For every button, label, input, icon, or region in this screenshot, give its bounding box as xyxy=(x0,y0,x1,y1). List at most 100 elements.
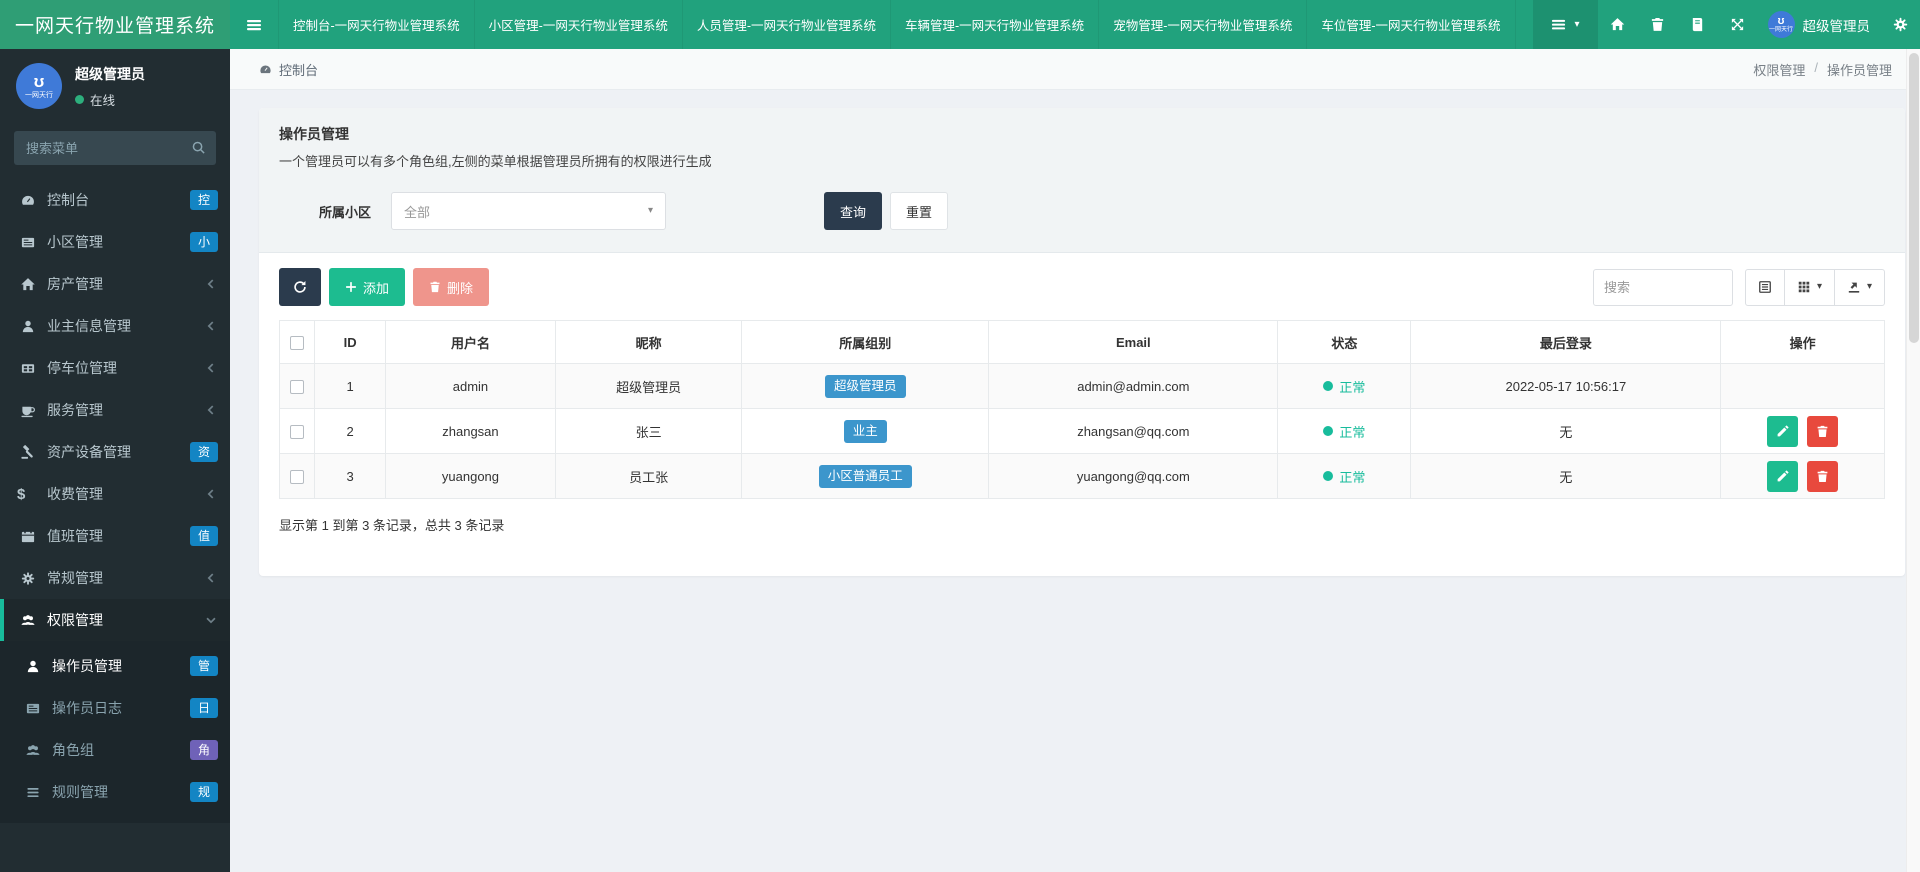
panel-title: 操作员管理 xyxy=(279,124,1885,144)
breadcrumb-left-label[interactable]: 控制台 xyxy=(279,60,318,79)
sidebar-item-property[interactable]: 房产管理 xyxy=(0,263,230,305)
header-username[interactable]: 用户名 xyxy=(385,321,555,364)
dollar-icon: $ xyxy=(17,487,39,502)
chevron-down-icon xyxy=(204,613,218,627)
header-nickname[interactable]: 昵称 xyxy=(556,321,742,364)
edit-row-button[interactable] xyxy=(1767,461,1798,492)
query-button[interactable]: 查询 xyxy=(824,192,882,230)
sidebar-item-label: 服务管理 xyxy=(47,400,204,420)
reset-button[interactable]: 重置 xyxy=(890,192,948,230)
export-button[interactable]: ▾ xyxy=(1834,269,1885,306)
home-icon xyxy=(17,277,39,292)
refresh-icon xyxy=(293,280,307,294)
cell-nickname: 张三 xyxy=(556,409,742,454)
tab-pet[interactable]: 宠物管理-一网天行物业管理系统 xyxy=(1098,0,1306,49)
sidebar: ʊ 一网天行 超级管理员 在线 控制台 控 小区管理 小 房产管 xyxy=(0,49,230,872)
sidebar-item-duty[interactable]: 值班管理 值 xyxy=(0,515,230,557)
sidebar-subitem-operators[interactable]: 操作员管理 管 xyxy=(0,645,230,687)
caret-down-icon: ▾ xyxy=(1867,282,1872,292)
sidebar-item-label: 规则管理 xyxy=(52,782,190,802)
sidebar-user-name: 超级管理员 xyxy=(75,64,145,84)
search-icon xyxy=(191,140,206,155)
sidebar-item-parking[interactable]: 停车位管理 xyxy=(0,347,230,389)
sidebar-item-permissions[interactable]: 权限管理 xyxy=(0,599,230,641)
tab-vehicle[interactable]: 车辆管理-一网天行物业管理系统 xyxy=(890,0,1098,49)
community-select-value: 全部 xyxy=(404,202,430,221)
sidebar-toggle-button[interactable] xyxy=(230,0,278,49)
table-row[interactable]: 2 zhangsan 张三 业主 zhangsan@qq.com 正常 无 xyxy=(280,409,1885,454)
sidebar-item-fees[interactable]: $ 收费管理 xyxy=(0,473,230,515)
refresh-button[interactable] xyxy=(279,268,321,306)
delete-button-label: 删除 xyxy=(447,278,473,297)
menu-badge: 日 xyxy=(190,698,218,717)
panel-subtitle: 一个管理员可以有多个角色组,左侧的菜单根据管理员所拥有的权限进行生成 xyxy=(279,151,1885,170)
table-row[interactable]: 1 admin 超级管理员 超级管理员 admin@admin.com 正常 2… xyxy=(280,364,1885,409)
header-id[interactable]: ID xyxy=(315,321,386,364)
gears-icon xyxy=(1893,17,1908,32)
settings-button[interactable] xyxy=(1880,0,1920,49)
filter-form: 所属小区 全部 ▾ 查询 重置 xyxy=(319,192,1885,230)
tab-console[interactable]: 控制台-一网天行物业管理系统 xyxy=(278,0,474,49)
sidebar-user-status: 在线 xyxy=(75,90,145,109)
tab-parking[interactable]: 车位管理-一网天行物业管理系统 xyxy=(1306,0,1515,49)
user-avatar: ʊ 一网天行 xyxy=(1768,11,1795,38)
header-last-login[interactable]: 最后登录 xyxy=(1411,321,1721,364)
online-label: 在线 xyxy=(90,90,115,109)
sidebar-subitem-operator-logs[interactable]: 操作员日志 日 xyxy=(0,687,230,729)
select-all-checkbox[interactable] xyxy=(290,336,304,350)
sidebar-item-assets[interactable]: 资产设备管理 资 xyxy=(0,431,230,473)
header-actions: 操作 xyxy=(1721,321,1885,364)
breadcrumb-parent[interactable]: 权限管理 xyxy=(1753,60,1805,79)
fullscreen-button[interactable] xyxy=(1718,0,1758,49)
user-menu[interactable]: ʊ 一网天行 超级管理员 xyxy=(1758,11,1881,38)
menu-badge: 值 xyxy=(190,526,218,545)
breadcrumb-bar: 控制台 权限管理 / 操作员管理 xyxy=(230,49,1920,90)
table-toolbar: 添加 删除 ▾ xyxy=(279,268,1885,306)
table-search-input[interactable] xyxy=(1593,269,1733,306)
trash-icon xyxy=(429,281,441,293)
row-checkbox[interactable] xyxy=(290,470,304,484)
main-content: 控制台 权限管理 / 操作员管理 操作员管理 一个管理员可以有多个角色组,左侧的… xyxy=(230,49,1920,872)
header-status[interactable]: 状态 xyxy=(1278,321,1411,364)
scrollbar[interactable] xyxy=(1906,49,1920,872)
log-button[interactable] xyxy=(1678,0,1718,49)
header-email[interactable]: Email xyxy=(989,321,1278,364)
row-checkbox[interactable] xyxy=(290,380,304,394)
home-button[interactable] xyxy=(1598,0,1638,49)
permissions-submenu: 操作员管理 管 操作员日志 日 角色组 角 规则管理 规 xyxy=(0,641,230,823)
tab-community[interactable]: 小区管理-一网天行物业管理系统 xyxy=(474,0,682,49)
sidebar-item-service[interactable]: 服务管理 xyxy=(0,389,230,431)
status-badge: 正常 xyxy=(1323,377,1365,396)
breadcrumb: 控制台 xyxy=(259,60,318,79)
menu-search-input[interactable] xyxy=(14,131,216,165)
cell-actions xyxy=(1721,454,1885,499)
delete-button[interactable]: 删除 xyxy=(413,268,489,306)
calendar-icon xyxy=(17,529,39,544)
header-group[interactable]: 所属组别 xyxy=(742,321,989,364)
cell-last-login: 无 xyxy=(1411,409,1721,454)
status-label: 正常 xyxy=(1339,422,1365,441)
clear-cache-button[interactable] xyxy=(1638,0,1678,49)
sidebar-subitem-role-groups[interactable]: 角色组 角 xyxy=(0,729,230,771)
table-row[interactable]: 3 yuangong 员工张 小区普通员工 yuangong@qq.com 正常… xyxy=(280,454,1885,499)
cell-nickname: 员工张 xyxy=(556,454,742,499)
community-select[interactable]: 全部 ▾ xyxy=(391,192,666,230)
tab-personnel[interactable]: 人员管理-一网天行物业管理系统 xyxy=(682,0,890,49)
sidebar-item-owner-info[interactable]: 业主信息管理 xyxy=(0,305,230,347)
edit-row-button[interactable] xyxy=(1767,416,1798,447)
status-badge: 正常 xyxy=(1323,422,1365,441)
sidebar-item-general[interactable]: 常规管理 xyxy=(0,557,230,599)
delete-row-button[interactable] xyxy=(1807,416,1838,447)
scrollbar-thumb[interactable] xyxy=(1909,53,1919,343)
sidebar-item-label: 操作员管理 xyxy=(52,656,190,676)
sidebar-item-community[interactable]: 小区管理 小 xyxy=(0,221,230,263)
detail-view-button[interactable] xyxy=(1745,269,1785,306)
tab-list-dropdown-button[interactable]: ▾ xyxy=(1533,0,1597,49)
row-checkbox[interactable] xyxy=(290,425,304,439)
sidebar-subitem-rules[interactable]: 规则管理 规 xyxy=(0,771,230,813)
columns-button[interactable]: ▾ xyxy=(1784,269,1835,306)
sidebar-item-console[interactable]: 控制台 控 xyxy=(0,179,230,221)
add-button[interactable]: 添加 xyxy=(329,268,405,306)
cell-id: 3 xyxy=(315,454,386,499)
delete-row-button[interactable] xyxy=(1807,461,1838,492)
